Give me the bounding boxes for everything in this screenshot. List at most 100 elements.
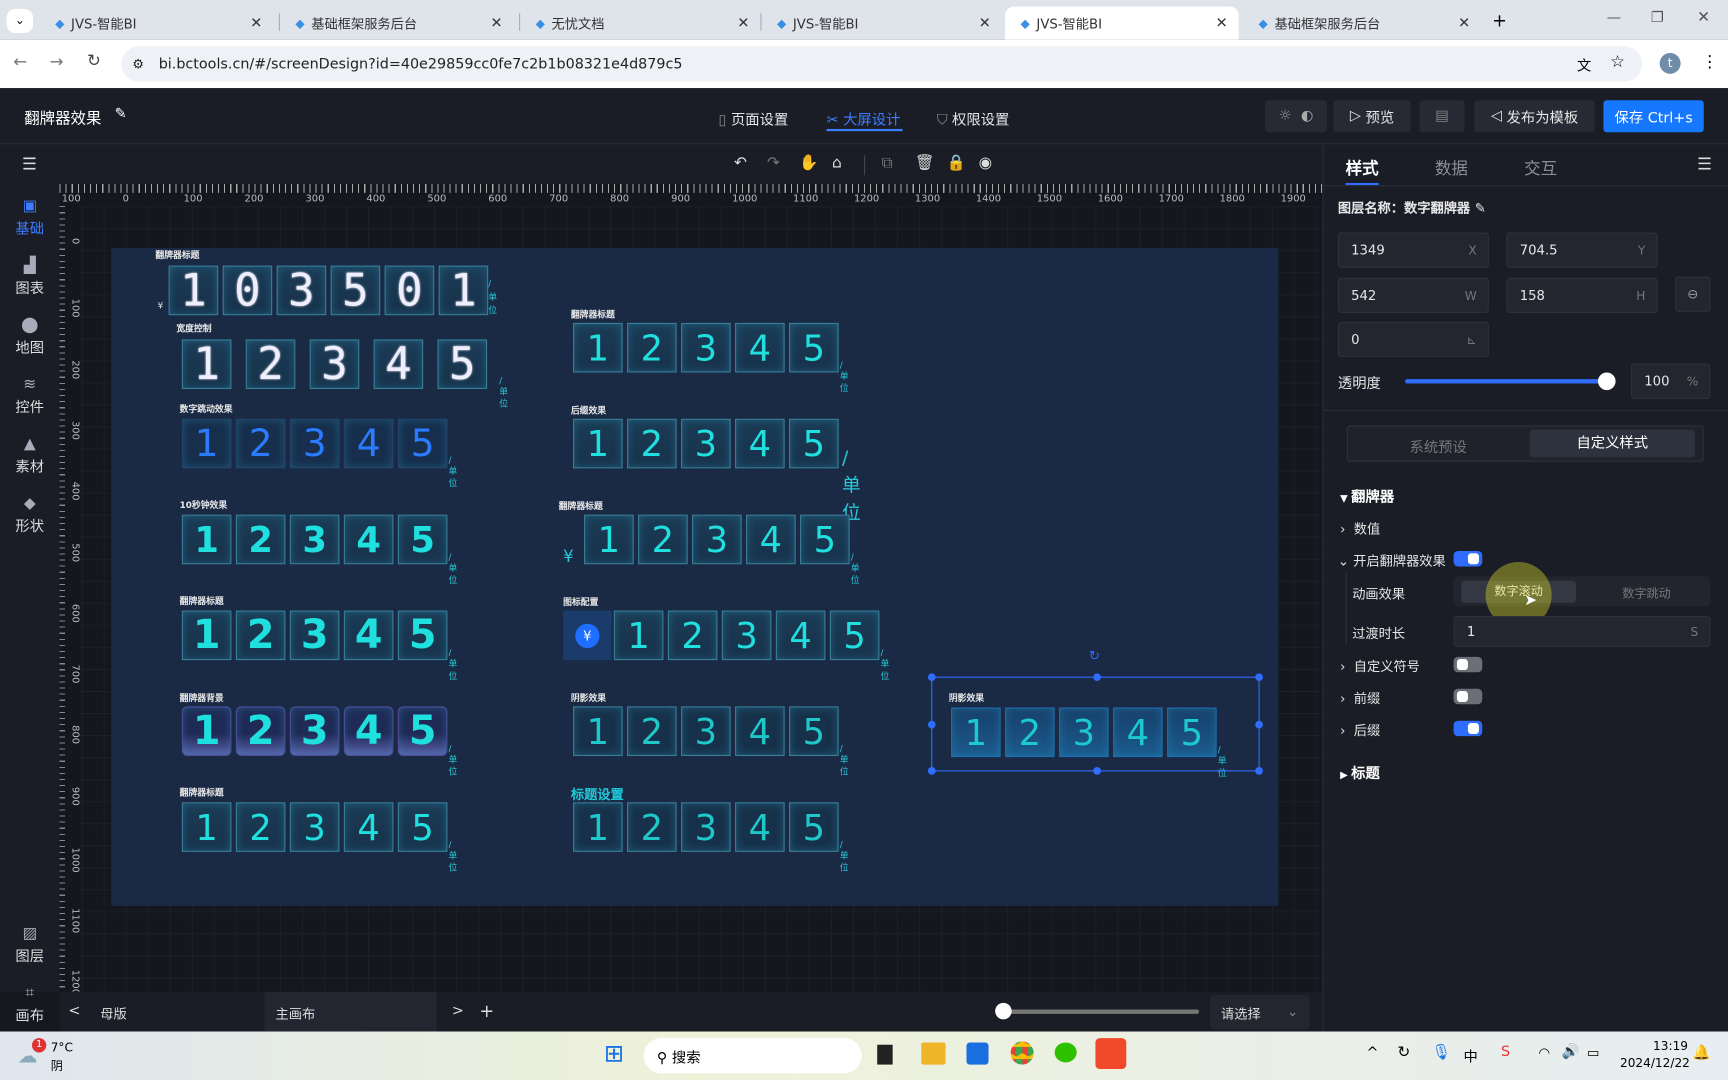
minimize-icon[interactable]: —	[1607, 10, 1621, 27]
battery-icon[interactable]: ▭	[1587, 1045, 1600, 1060]
browser-menu-icon[interactable]: ⋮	[1702, 52, 1719, 72]
main-canvas-tab[interactable]: 主画布	[264, 991, 437, 1032]
site-info-icon[interactable]: ⚙	[132, 56, 144, 71]
sun-icon[interactable]: ☼	[1279, 108, 1292, 125]
tab-data[interactable]: 数据	[1435, 156, 1468, 179]
group-value[interactable]: › 数值	[1340, 519, 1380, 538]
aspect-lock-button[interactable]: ⊖	[1675, 276, 1711, 312]
clock-date[interactable]: 2024/12/22	[1620, 1056, 1690, 1070]
suffix-toggle[interactable]	[1453, 720, 1483, 737]
volume-icon[interactable]: 🔊	[1562, 1044, 1580, 1061]
browser-tab[interactable]: ◆ JVS-智能BI ✕	[40, 7, 274, 40]
chrome-icon[interactable]	[1010, 1041, 1034, 1065]
sidebar-item-control[interactable]: ≋ 控件	[0, 376, 60, 417]
anim-option-jump[interactable]: 数字跳动	[1622, 584, 1670, 602]
mode-system-preset[interactable]: 系统预设	[1410, 435, 1467, 457]
opacity-slider-handle[interactable]	[1597, 372, 1616, 391]
back-icon[interactable]: ←	[13, 52, 27, 72]
prev-page-button[interactable]: <	[68, 1003, 80, 1020]
nav-permission-settings[interactable]: ⛉ 权限设置	[937, 108, 1010, 129]
sync-icon[interactable]: ↻	[1397, 1044, 1410, 1062]
clock-time[interactable]: 13:19	[1653, 1039, 1688, 1053]
rotate-icon[interactable]: ↻	[1089, 648, 1100, 663]
clear-icon[interactable]: ⌂	[832, 154, 842, 172]
x-input[interactable]: 1349 X	[1337, 232, 1489, 268]
resize-handle[interactable]	[927, 673, 936, 682]
browser-tab-active[interactable]: ◆ JVS-智能BI ✕	[1005, 6, 1239, 40]
tab-interaction[interactable]: 交互	[1524, 156, 1557, 179]
close-tab-icon[interactable]: ✕	[491, 15, 503, 32]
close-tab-icon[interactable]: ✕	[250, 15, 262, 32]
eye-icon[interactable]: ◉	[979, 154, 992, 172]
windows-start-icon[interactable]: ⊞	[604, 1040, 624, 1068]
close-tab-icon[interactable]: ✕	[979, 15, 991, 32]
browser-tab[interactable]: ◆ 基础框架服务后台 ✕	[280, 7, 514, 40]
forward-icon[interactable]: →	[50, 52, 64, 72]
zoom-slider[interactable]	[1002, 1009, 1200, 1014]
sidebar-item-canvas[interactable]: ⌗ 画布	[0, 984, 60, 1025]
app-icon[interactable]	[966, 1042, 989, 1065]
y-input[interactable]: 704.5 Y	[1506, 232, 1658, 268]
group-prefix[interactable]: › 前缀	[1340, 689, 1380, 708]
group-suffix[interactable]: › 后缀	[1340, 721, 1380, 740]
browser-tab[interactable]: ◆ 无忧文档 ✕	[520, 7, 760, 40]
tab-list-button[interactable]: ⌄	[6, 8, 34, 34]
sidebar-item-chart[interactable]: ▟ 图表	[0, 257, 60, 298]
bookmark-star-icon[interactable]: ☆	[1610, 52, 1625, 72]
ime-icon[interactable]: 中	[1464, 1045, 1478, 1066]
edit-title-icon[interactable]: ✎	[115, 106, 127, 123]
custom-symbol-toggle[interactable]	[1453, 656, 1483, 673]
width-input[interactable]: 542 W	[1337, 277, 1489, 313]
section-flipper[interactable]: ▼ 翻牌器	[1340, 485, 1394, 506]
resize-handle[interactable]	[1093, 767, 1101, 775]
tab-style[interactable]: 样式	[1346, 156, 1379, 179]
resize-handle[interactable]	[1255, 767, 1263, 775]
close-tab-icon[interactable]: ✕	[737, 15, 749, 32]
resize-handle[interactable]	[927, 720, 936, 729]
sidebar-item-material[interactable]: ▲ 素材	[0, 435, 60, 476]
resize-handle[interactable]	[1255, 673, 1263, 682]
zoom-slider-handle[interactable]	[995, 1002, 1012, 1020]
section-title[interactable]: ▶ 标题	[1340, 762, 1380, 783]
theme-toggle[interactable]: ☼ ◐	[1265, 100, 1327, 133]
nav-screen-design[interactable]: ✂ 大屏设计	[827, 108, 901, 129]
collapse-menu-icon[interactable]: ☰	[22, 154, 37, 174]
master-tab[interactable]: 母版	[100, 1004, 126, 1023]
lock-icon[interactable]: 🔒	[947, 154, 966, 172]
opacity-input[interactable]: 100%	[1631, 363, 1711, 399]
delete-icon[interactable]: 🗑	[915, 154, 935, 172]
mode-custom-style[interactable]: 自定义样式	[1529, 429, 1695, 458]
input-method-icon[interactable]: S	[1501, 1044, 1510, 1061]
active-app-icon[interactable]	[1095, 1038, 1127, 1069]
wechat-icon[interactable]	[1054, 1042, 1077, 1063]
browser-tab[interactable]: ◆ 基础框架服务后台 ✕	[1243, 7, 1481, 40]
close-tab-icon[interactable]: ✕	[1458, 15, 1470, 32]
restore-icon[interactable]: ❐	[1651, 10, 1664, 27]
opacity-slider[interactable]	[1405, 379, 1607, 384]
profile-avatar[interactable]: t	[1659, 52, 1681, 74]
wifi-icon[interactable]: ◠	[1538, 1045, 1550, 1060]
tray-overflow-icon[interactable]: ^	[1367, 1045, 1379, 1062]
task-view-icon[interactable]	[877, 1044, 893, 1065]
hand-icon[interactable]: ✋	[799, 154, 818, 172]
microphone-icon[interactable]: 🎙	[1432, 1044, 1452, 1062]
taskbar-search[interactable]: ⚲ 搜索	[643, 1038, 862, 1074]
add-page-button[interactable]: +	[479, 1001, 494, 1022]
resize-handle[interactable]	[1093, 673, 1101, 682]
edit-layer-name-icon[interactable]: ✎	[1470, 201, 1486, 216]
layout-button[interactable]: ▤	[1419, 100, 1465, 133]
height-input[interactable]: 158 H	[1506, 277, 1658, 313]
reload-icon[interactable]: ↻	[87, 51, 101, 71]
group-flip-effect[interactable]: ⌄ 开启翻牌器效果	[1338, 551, 1446, 570]
next-page-button[interactable]: >	[452, 1003, 464, 1020]
file-explorer-icon[interactable]	[921, 1042, 946, 1065]
new-tab-icon[interactable]: +	[1492, 10, 1507, 31]
nav-page-settings[interactable]: ▯ 页面设置	[719, 108, 789, 129]
translate-icon[interactable]: 文	[1577, 54, 1591, 75]
undo-icon[interactable]: ↶	[734, 154, 747, 172]
panel-menu-icon[interactable]: ☰	[1697, 154, 1712, 174]
group-custom-symbol[interactable]: › 自定义符号	[1340, 657, 1420, 676]
close-window-icon[interactable]: ✕	[1697, 9, 1710, 27]
save-button[interactable]: 保存 Ctrl+s	[1603, 100, 1704, 133]
zoom-select[interactable]: 请选择 ⌄	[1210, 995, 1310, 1030]
